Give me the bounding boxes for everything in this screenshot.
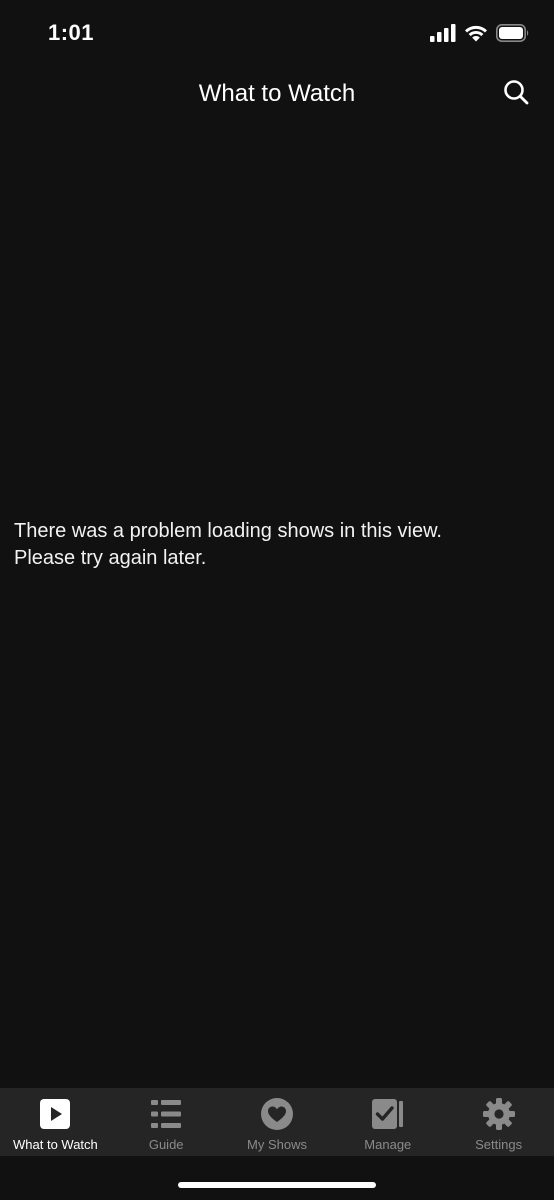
- tab-label-manage: Manage: [364, 1137, 412, 1152]
- tab-my-shows[interactable]: My Shows: [222, 1088, 333, 1156]
- error-message-line-2: Please try again later.: [14, 547, 207, 569]
- error-message: There was a problem loading shows in thi…: [14, 518, 534, 572]
- tab-label-what-to-watch: What to Watch: [13, 1137, 98, 1152]
- search-button[interactable]: [500, 78, 532, 110]
- page-title: What to Watch: [198, 80, 356, 107]
- status-bar: 1:01: [0, 0, 554, 66]
- error-message-line-1: There was a problem loading shows in thi…: [14, 520, 442, 542]
- tab-manage[interactable]: Manage: [332, 1088, 443, 1156]
- gear-icon: [482, 1097, 516, 1131]
- battery-icon: [496, 24, 530, 42]
- tab-label-settings: Settings: [475, 1137, 523, 1152]
- tab-what-to-watch[interactable]: What to Watch: [0, 1088, 111, 1156]
- tab-guide[interactable]: Guide: [111, 1088, 222, 1156]
- navigation-header: What to Watch: [0, 66, 554, 122]
- cellular-signal-icon: [430, 24, 456, 42]
- list-icon: [149, 1097, 183, 1131]
- status-time: 1:01: [48, 20, 95, 45]
- tab-label-guide: Guide: [148, 1137, 184, 1152]
- tab-settings[interactable]: Settings: [443, 1088, 554, 1156]
- status-icons: [430, 24, 530, 42]
- heart-icon: [260, 1097, 294, 1131]
- search-icon: [503, 79, 529, 110]
- app-screen: 1:01 What to Watch There was a problem l…: [0, 0, 554, 1200]
- home-indicator[interactable]: [178, 1182, 376, 1188]
- tab-label-my-shows: My Shows: [247, 1137, 307, 1152]
- play-icon: [38, 1097, 72, 1131]
- tab-bar: What to Watch Guide My Shows Manage Sett…: [0, 1088, 554, 1156]
- wifi-icon: [464, 24, 488, 42]
- checkbox-icon: [371, 1097, 405, 1131]
